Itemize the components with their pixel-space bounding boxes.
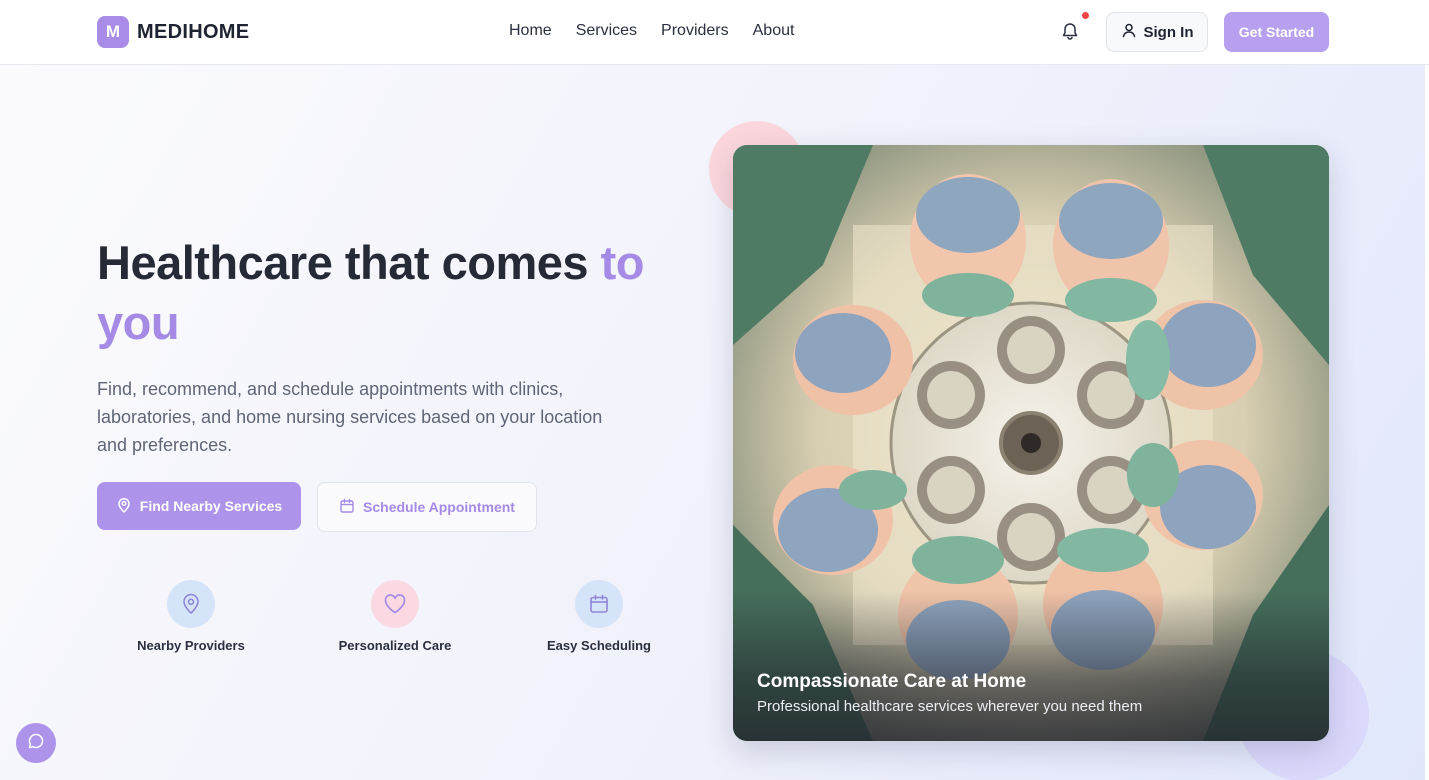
- nav-home[interactable]: Home: [509, 22, 552, 40]
- feature-nearby-providers: Nearby Providers: [101, 580, 281, 653]
- headline-main: Healthcare that comes: [97, 236, 601, 289]
- user-icon: [1121, 22, 1137, 42]
- get-started-button[interactable]: Get Started: [1224, 12, 1329, 52]
- bell-icon[interactable]: [1061, 22, 1079, 42]
- hero-headline: Healthcare that comes to you: [97, 233, 697, 353]
- top-navbar: M MEDIHOME Home Services Providers About…: [0, 0, 1429, 65]
- nav-providers[interactable]: Providers: [661, 22, 729, 40]
- map-pin-icon: [116, 497, 132, 516]
- heart-icon: [371, 580, 419, 628]
- feature-label: Personalized Care: [338, 638, 452, 653]
- image-card-title: Compassionate Care at Home: [757, 671, 1027, 692]
- nav-services[interactable]: Services: [576, 22, 637, 40]
- hero-section: Healthcare that comes to you Find, recom…: [0, 65, 1429, 780]
- brand-logo[interactable]: M MEDIHOME: [97, 16, 249, 48]
- hero-image-card: Compassionate Care at Home Professional …: [733, 145, 1329, 741]
- schedule-appointment-button[interactable]: Schedule Appointment: [317, 482, 537, 532]
- feature-label: Nearby Providers: [137, 638, 245, 653]
- sign-in-label: Sign In: [1143, 23, 1194, 41]
- calendar-icon: [575, 580, 623, 628]
- image-caption-overlay: [733, 591, 1329, 741]
- schedule-appointment-label: Schedule Appointment: [363, 499, 515, 515]
- image-card-subtitle: Professional healthcare services whereve…: [757, 698, 1143, 715]
- sign-in-button[interactable]: Sign In: [1106, 12, 1208, 52]
- calendar-icon: [339, 498, 355, 517]
- find-nearby-services-label: Find Nearby Services: [139, 498, 283, 514]
- page-scrollbar[interactable]: [1425, 65, 1429, 780]
- feature-personalized-care: Personalized Care: [305, 580, 485, 653]
- logo-mark: M: [97, 16, 129, 48]
- feature-label: Easy Scheduling: [546, 638, 652, 653]
- main-nav: Home Services Providers About: [509, 22, 794, 40]
- feature-easy-scheduling: Easy Scheduling: [509, 580, 689, 653]
- brand-name: MEDIHOME: [137, 20, 250, 43]
- map-pin-icon: [167, 580, 215, 628]
- find-nearby-services-button[interactable]: Find Nearby Services: [97, 482, 301, 530]
- nav-about[interactable]: About: [753, 22, 795, 40]
- chat-bubble-icon: [27, 732, 45, 755]
- notification-dot: [1082, 12, 1089, 19]
- hero-description: Find, recommend, and schedule appointmen…: [97, 379, 603, 455]
- chat-button[interactable]: [16, 723, 56, 763]
